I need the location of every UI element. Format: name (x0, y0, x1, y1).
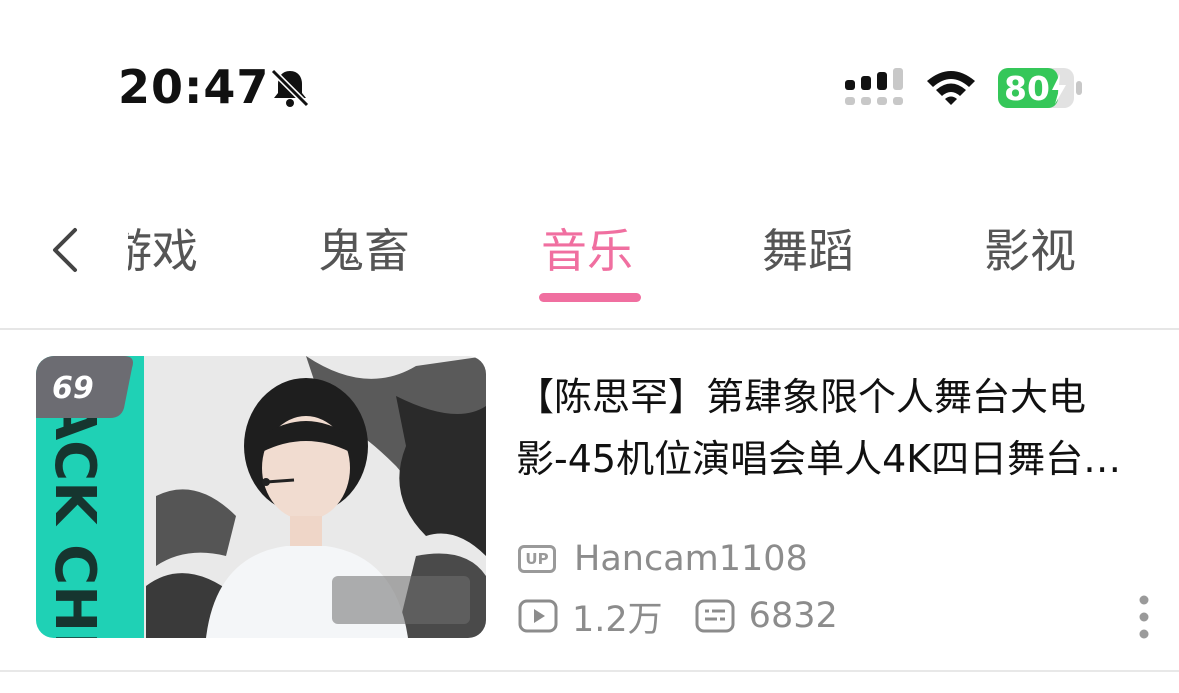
back-arrow-icon[interactable] (45, 220, 85, 280)
video-title[interactable]: 【陈思罕】第肆象限个人舞台大电影-45机位演唱会单人4K四日舞台… (516, 366, 1146, 490)
thumbnail-image: JACK CHEN 69 (36, 356, 486, 638)
category-tab-bar: 游戏 鬼畜 音乐 舞蹈 影视 (0, 190, 1179, 330)
battery-level: 80 (1004, 69, 1050, 108)
play-count-icon (518, 599, 558, 633)
status-bar: 20:47 80 (0, 0, 1179, 170)
tab-music[interactable]: 音乐 (541, 215, 633, 281)
uploader-name[interactable]: Hancam1108 (574, 539, 808, 579)
tab-dance[interactable]: 舞蹈 (762, 215, 854, 281)
tab-film[interactable]: 影视 (984, 215, 1076, 281)
cellular-signal-icon (845, 68, 903, 105)
danmaku-icon (695, 599, 735, 633)
more-options-icon[interactable] (1132, 592, 1156, 642)
bell-slash-icon (270, 68, 310, 108)
danmaku-count: 6832 (748, 596, 838, 636)
thumbnail-badge: 69 (52, 371, 94, 406)
view-count: 1.2万 (572, 599, 663, 640)
wifi-icon (927, 71, 975, 105)
video-thumbnail[interactable]: JACK CHEN 69 (36, 356, 486, 638)
video-card[interactable]: JACK CHEN 69 【陈思罕】第肆象限个人舞台大电影-45机位演唱会单人4… (0, 330, 1179, 672)
tab-guichu[interactable]: 鬼畜 (318, 215, 410, 281)
up-badge-icon: UP (518, 545, 556, 573)
tab-games-partial[interactable]: 游戏 (128, 215, 198, 279)
status-time: 20:47 (118, 60, 270, 114)
uploader-row[interactable]: UP Hancam1108 (518, 537, 808, 581)
video-stats: 1.2万 6832 (518, 594, 870, 640)
active-tab-indicator (539, 293, 641, 302)
